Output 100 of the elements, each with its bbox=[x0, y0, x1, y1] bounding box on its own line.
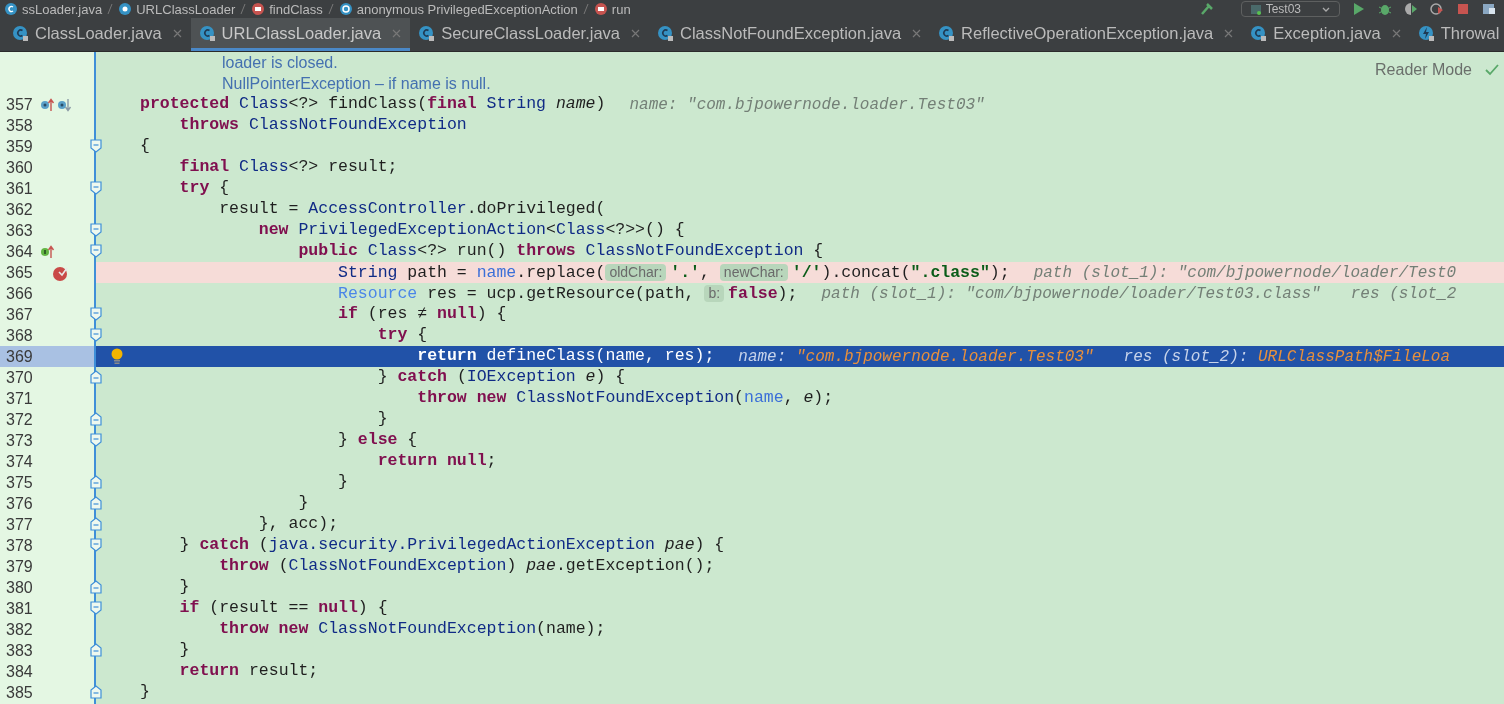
line-number: 381 bbox=[5, 600, 34, 617]
code-line: return null; bbox=[376, 453, 497, 470]
code-line: } catch (java.security.PrivilegedActionException pae) { bbox=[178, 537, 725, 554]
line-number: 364 bbox=[5, 243, 34, 260]
class-icon bbox=[12, 24, 29, 42]
file-tab[interactable]: Exception.java bbox=[1242, 18, 1410, 51]
fold-marker-icon[interactable] bbox=[90, 244, 102, 258]
separator-icon bbox=[106, 2, 115, 16]
line-number: 373 bbox=[5, 432, 34, 449]
line-number: 385 bbox=[5, 684, 34, 701]
code-line: result = AccessController.doPrivileged( bbox=[218, 201, 606, 218]
line-number: 375 bbox=[5, 474, 34, 491]
close-icon bbox=[911, 27, 923, 39]
inline-debug-value: path (slot_1): "com/bjpowernode/loader/Test03.class" bbox=[821, 285, 1321, 302]
fold-marker-icon[interactable] bbox=[90, 181, 102, 195]
inline-debug-value: path (slot_1): "com/bjpowernode/loader/Test0 bbox=[1033, 264, 1457, 281]
code-line: new PrivilegedExceptionAction<Class<?>>() { bbox=[257, 222, 685, 239]
coverage-icon bbox=[1404, 2, 1418, 16]
class-icon bbox=[338, 2, 353, 16]
stop-icon bbox=[1456, 2, 1470, 16]
line-number: 370 bbox=[5, 369, 34, 386]
file-tab[interactable]: Throwal bbox=[1409, 18, 1504, 51]
fold-marker-icon[interactable] bbox=[90, 496, 102, 510]
file-tab[interactable]: URLClassLoader.java bbox=[190, 18, 411, 51]
line-number: 382 bbox=[5, 621, 34, 638]
documentation-text: loader is closed. bbox=[222, 54, 338, 71]
code-line: if (result == null) { bbox=[178, 600, 388, 617]
fold-marker-icon[interactable] bbox=[90, 643, 102, 657]
line-number: 362 bbox=[5, 201, 34, 218]
implementing-arrow-icon bbox=[40, 244, 55, 259]
code-line: String path = name.replace( oldChar: '.', newChar: '/').concat(".class"); bbox=[337, 263, 1010, 282]
code-line: return defineClass(name, res); bbox=[416, 348, 715, 365]
breadcrumb-item[interactable]: URLClassLoader bbox=[136, 2, 236, 16]
code-line: if (res ≠ null) { bbox=[337, 306, 507, 323]
line-number: 379 bbox=[5, 558, 34, 575]
fold-marker-icon[interactable] bbox=[90, 685, 102, 699]
code-line: { bbox=[140, 138, 150, 155]
breadcrumb-item[interactable]: findClass bbox=[269, 2, 323, 16]
light-bulb-icon bbox=[110, 347, 124, 365]
line-number: 378 bbox=[5, 537, 34, 554]
config-icon bbox=[1249, 3, 1262, 15]
close-icon bbox=[171, 27, 183, 39]
code-line: Resource res = ucp.getResource(path, b: false); bbox=[337, 284, 798, 303]
fold-marker-icon[interactable] bbox=[90, 139, 102, 153]
class-icon bbox=[938, 24, 956, 42]
fold-marker-icon[interactable] bbox=[90, 307, 102, 321]
breadcrumb-item[interactable]: run bbox=[611, 2, 631, 16]
method-icon bbox=[593, 2, 608, 16]
line-number: 371 bbox=[5, 390, 34, 407]
run-configuration-dropdown[interactable]: Test03 bbox=[1240, 1, 1340, 17]
line-number: 366 bbox=[5, 285, 34, 302]
code-line: } bbox=[178, 579, 190, 596]
fold-marker-icon[interactable] bbox=[90, 433, 102, 447]
code-line: throw new ClassNotFoundException(name, e); bbox=[416, 390, 834, 407]
code-line: } bbox=[376, 411, 388, 428]
window-icon bbox=[1482, 2, 1496, 16]
code-line: } catch (IOException e) { bbox=[376, 369, 626, 386]
breadcrumb-item[interactable]: ssLoader.java bbox=[22, 2, 103, 16]
class-icon bbox=[198, 24, 216, 42]
fold-marker-icon[interactable] bbox=[90, 412, 102, 426]
class-icon bbox=[4, 2, 18, 16]
code-line: } bbox=[297, 495, 309, 512]
line-number: 376 bbox=[5, 495, 34, 512]
fold-marker-icon[interactable] bbox=[90, 517, 102, 531]
separator-icon bbox=[581, 2, 590, 16]
class-icon bbox=[418, 24, 436, 42]
fold-marker-icon[interactable] bbox=[90, 223, 102, 237]
separator-icon bbox=[239, 2, 248, 16]
breadcrumb-item[interactable]: anonymous PrivilegedExceptionAction bbox=[356, 2, 578, 16]
file-tab[interactable]: ClassLoader.java bbox=[4, 18, 191, 51]
fold-marker-icon[interactable] bbox=[90, 370, 102, 384]
fold-marker-icon[interactable] bbox=[90, 475, 102, 489]
override-arrow-icon bbox=[40, 97, 55, 112]
fold-marker-icon[interactable] bbox=[90, 538, 102, 552]
close-icon bbox=[391, 27, 403, 39]
reader-mode-button[interactable]: Reader Mode bbox=[1375, 58, 1472, 82]
inline-debug-value: name: "com.bjpowernode.loader.Test03" bbox=[629, 96, 985, 113]
line-number: 374 bbox=[5, 453, 34, 470]
line-number: 357 bbox=[5, 96, 34, 113]
file-tab[interactable]: ReflectiveOperationException.java bbox=[930, 18, 1243, 51]
close-icon bbox=[630, 27, 642, 39]
line-number: 360 bbox=[5, 159, 34, 176]
inline-debug-value: res (slot_2): URLClassPath$FileLoa bbox=[1123, 348, 1451, 365]
fold-marker-icon[interactable] bbox=[90, 580, 102, 594]
inline-debug-value: name: "com.bjpowernode.loader.Test03" bbox=[738, 348, 1094, 365]
code-line: } else { bbox=[337, 432, 418, 449]
code-line: final Class<?> result; bbox=[178, 159, 398, 176]
code-line: } bbox=[140, 684, 150, 701]
check-icon bbox=[1484, 62, 1500, 78]
fold-marker-icon[interactable] bbox=[90, 601, 102, 615]
code-line: } bbox=[178, 642, 190, 659]
line-number: 377 bbox=[5, 516, 34, 533]
file-tab[interactable]: ClassNotFoundException.java bbox=[649, 18, 931, 51]
code-line: try { bbox=[376, 327, 428, 344]
file-tab[interactable]: SecureClassLoader.java bbox=[410, 18, 650, 51]
hammer-icon bbox=[1198, 2, 1213, 16]
separator-icon bbox=[326, 2, 335, 16]
fold-marker-icon[interactable] bbox=[90, 328, 102, 342]
code-line: throw new ClassNotFoundException(name); bbox=[218, 621, 606, 638]
inline-debug-value: res (slot_2 bbox=[1350, 285, 1457, 302]
